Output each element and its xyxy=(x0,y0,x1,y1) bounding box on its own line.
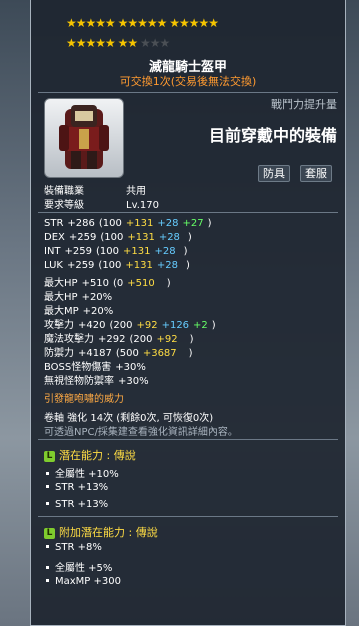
stat-cyan: +28 xyxy=(157,218,179,229)
stat-row: STR +286 (100 +131 +28 +27) xyxy=(44,218,215,229)
stat-cyan: +28 xyxy=(158,232,180,243)
stat-base: +286 xyxy=(67,218,95,229)
stat-base: +259 xyxy=(64,246,93,257)
stat-close: ) xyxy=(188,348,193,359)
stat-yellow: +131 xyxy=(125,260,153,271)
stat-cyan: +28 xyxy=(156,260,178,271)
stat-row: 攻擊力 +420 (200 +92 +126 +2) xyxy=(44,316,220,331)
divider xyxy=(38,92,338,93)
stat-close: ) xyxy=(186,260,190,271)
stat-close: ) xyxy=(183,246,188,257)
potential-line: STR +13% xyxy=(44,482,108,493)
bonus-potential-line: MaxMP +300 xyxy=(44,576,121,587)
bonus-potential-line: STR +8% xyxy=(44,542,102,553)
category-tag-set: 套服 xyxy=(300,165,332,182)
stat-name: STR xyxy=(44,218,64,229)
stat-name: INT xyxy=(44,246,61,257)
stat-name: 無視怪物防禦率 xyxy=(44,376,114,387)
divider xyxy=(38,212,338,213)
stat-green: +27 xyxy=(182,218,204,229)
category-tag-armor: 防具 xyxy=(258,165,290,182)
star-force-row-2: ★★★★★ ★★ ★★★ xyxy=(66,36,170,50)
stat-close: ) xyxy=(211,320,216,331)
stat-base: +30% xyxy=(118,376,149,387)
stat-row: 無視怪物防禦率 +30% xyxy=(44,372,173,387)
stat-yellow: +131 xyxy=(125,218,154,229)
stat-row: 魔法攻擊力 +292 (200 +92) xyxy=(44,330,197,345)
stat-row: INT +259 (100 +131 +28) xyxy=(44,246,192,257)
currently-equipped-label: 目前穿戴中的裝備 xyxy=(208,126,337,145)
legendary-badge-icon: L xyxy=(44,451,55,462)
scroll-hint: 可透過NPC/採集建查看強化資訊詳細內容。 xyxy=(44,427,238,438)
armor-icon xyxy=(59,105,109,169)
stat-cyan: +28 xyxy=(154,246,176,257)
stat-row: BOSS怪物傷害 +30% xyxy=(44,358,170,373)
star-force-row-1: ★★★★★ ★★★★★ ★★★★★ xyxy=(66,16,219,30)
stat-yellow: +131 xyxy=(123,246,151,257)
stat-close: ) xyxy=(166,278,171,289)
scroll-info: 卷軸 強化 14次 (剩餘0次, 可恢復0次) xyxy=(44,413,214,424)
stat-open: (100 xyxy=(98,218,122,229)
stat-base: +259 xyxy=(68,232,97,243)
stat-row: 防禦力 +4187 (500 +3687) xyxy=(44,344,197,359)
stat-open: (100 xyxy=(96,246,120,257)
stat-row: 最大MP +20% xyxy=(44,302,137,317)
stat-name: LUK xyxy=(44,260,63,271)
roar-effect: 引發龍咆嘯的威力 xyxy=(44,394,124,405)
potential-line: 全屬性 +10% xyxy=(44,465,119,480)
stat-close: ) xyxy=(207,218,212,229)
legendary-badge-icon: L xyxy=(44,528,55,539)
stat-row: 最大HP +510 (0 +510) xyxy=(44,274,175,289)
stat-open: (100 xyxy=(98,260,122,271)
stat-row: LUK +259 (100 +131 +28) xyxy=(44,260,194,271)
potential-line: STR +13% xyxy=(44,499,108,510)
divider xyxy=(38,439,338,440)
stat-row: 最大HP +20% xyxy=(44,288,136,303)
bonus-potential-title: L 附加潛在能力 : 傳說 xyxy=(44,524,158,540)
stat-close: ) xyxy=(187,232,192,243)
stat-yellow: +131 xyxy=(127,232,155,243)
trade-note: 可交換1次(交易後無法交換) xyxy=(119,75,257,88)
power-increase-label: 戰鬥力提升量 xyxy=(271,98,337,111)
level-row: 要求等級 Lv.170 xyxy=(44,200,159,211)
potential-title: L 潛在能力 : 傳說 xyxy=(44,447,136,463)
item-icon-frame xyxy=(44,98,124,178)
job-row: 裝備職業 共用 xyxy=(44,186,146,197)
stat-open: (100 xyxy=(100,232,124,243)
stat-name: DEX xyxy=(44,232,65,243)
bonus-potential-line: 全屬性 +5% xyxy=(44,559,112,574)
stat-base: +259 xyxy=(66,260,95,271)
divider xyxy=(38,516,338,517)
stat-row: DEX +259 (100 +131 +28) xyxy=(44,232,196,243)
